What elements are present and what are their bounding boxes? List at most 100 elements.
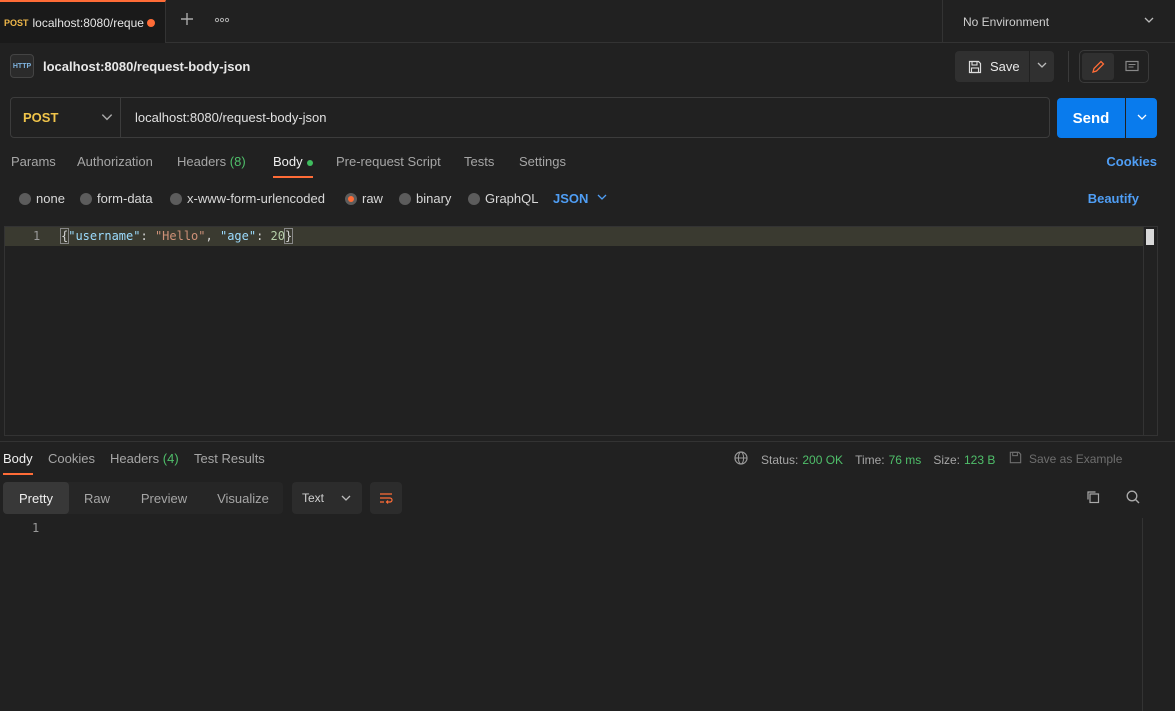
radio-graphql-label: GraphQL [485, 191, 539, 206]
tab-method: POST [4, 17, 29, 28]
tab-headers-label: Headers [177, 154, 227, 169]
method-selector[interactable]: POST [11, 98, 121, 137]
pencil-icon[interactable] [1082, 53, 1114, 80]
line-number: 1 [33, 229, 41, 243]
chevron-down-icon [1143, 14, 1155, 29]
time-value[interactable]: 76 ms [889, 453, 922, 467]
response-scrollbar[interactable] [1142, 518, 1158, 711]
divider [1068, 51, 1069, 82]
request-tab[interactable]: POST localhost:8080/reque [0, 0, 166, 43]
radio-circle-selected [345, 192, 357, 205]
radio-urlencoded-label: x-www-form-urlencoded [187, 191, 325, 206]
search-icon[interactable] [1123, 487, 1143, 507]
cookies-link[interactable]: Cookies [1106, 154, 1157, 169]
globe-icon[interactable] [733, 450, 749, 469]
url-input[interactable] [135, 110, 1015, 125]
radio-circle [170, 192, 182, 205]
request-title[interactable]: localhost:8080/request-body-json [43, 59, 250, 74]
scrollbar-thumb[interactable] [1146, 229, 1154, 245]
request-tabs: Params Authorization Headers (8) Body Pr… [0, 146, 1175, 178]
radio-binary[interactable]: binary [399, 191, 451, 206]
environment-selector[interactable]: No Environment [942, 0, 1175, 43]
code-key: "username" [68, 229, 141, 243]
size-value[interactable]: 123 B [964, 453, 995, 467]
url-bar: POST [10, 97, 1050, 138]
radio-none-label: none [36, 191, 65, 206]
send-dropdown-button[interactable] [1126, 98, 1157, 138]
radio-form-data[interactable]: form-data [80, 191, 153, 206]
response-status: Status: 200 OK Time: 76 ms Size: 123 B [733, 450, 1007, 469]
radio-circle [80, 192, 92, 205]
beautify-link[interactable]: Beautify [1088, 191, 1139, 206]
save-button[interactable]: Save [955, 51, 1029, 82]
copy-icon[interactable] [1083, 487, 1103, 507]
response-body-viewer[interactable]: 1 [0, 518, 1175, 711]
chevron-down-icon [596, 191, 608, 206]
http-icon: HTTP [10, 54, 34, 78]
view-visualize-button[interactable]: Visualize [203, 482, 283, 514]
view-raw-button[interactable]: Raw [69, 482, 125, 514]
tab-body[interactable]: Body [273, 154, 313, 178]
radio-urlencoded[interactable]: x-www-form-urlencoded [170, 191, 325, 206]
response-headers-count: (4) [162, 451, 179, 466]
radio-form-data-label: form-data [97, 191, 153, 206]
chevron-down-icon [1136, 111, 1148, 126]
request-body-editor[interactable]: 1 {"username": "Hello", "age": 20} [4, 226, 1158, 436]
status-value[interactable]: 200 OK [802, 453, 843, 467]
save-as-example-button[interactable]: Save as Example [1008, 450, 1122, 468]
response-tab-headers[interactable]: Headers (4) [110, 451, 179, 466]
radio-none[interactable]: none [19, 191, 65, 206]
response-tab-body[interactable]: Body [3, 451, 33, 475]
active-tab-underline [3, 473, 33, 475]
send-button[interactable]: Send [1057, 98, 1125, 138]
status-label: Status: [761, 452, 799, 467]
code-brace: } [283, 228, 294, 244]
format-label: JSON [553, 191, 589, 206]
format-selector[interactable]: JSON [553, 191, 608, 206]
view-pretty-button[interactable]: Pretty [3, 482, 69, 514]
view-preview-button[interactable]: Preview [125, 482, 203, 514]
code-number: 20 [270, 229, 285, 243]
radio-circle [19, 192, 31, 205]
view-mode-toggle [1079, 50, 1149, 83]
save-dropdown-button[interactable] [1030, 51, 1054, 82]
radio-circle [399, 192, 411, 205]
body-indicator-dot [306, 159, 313, 166]
radio-raw-label: raw [362, 191, 383, 206]
comment-icon[interactable] [1116, 53, 1148, 80]
response-tabs: Body Cookies Headers (4) Test Results St… [0, 446, 1175, 475]
code-punct: : [256, 229, 271, 243]
tab-settings[interactable]: Settings [519, 154, 566, 169]
plus-icon[interactable] [178, 11, 196, 29]
response-tab-cookies[interactable]: Cookies [48, 451, 95, 466]
tab-headers[interactable]: Headers (8) [177, 154, 246, 169]
code-line[interactable]: {"username": "Hello", "age": 20} [59, 228, 294, 244]
code-key: "age" [219, 229, 257, 243]
tab-tests[interactable]: Tests [464, 154, 494, 169]
response-tab-headers-label: Headers [110, 451, 160, 466]
radio-raw[interactable]: raw [345, 191, 383, 206]
radio-graphql[interactable]: GraphQL [468, 191, 538, 206]
save-label: Save [990, 59, 1020, 74]
radio-binary-label: binary [416, 191, 452, 206]
tab-pre-request-script[interactable]: Pre-request Script [336, 154, 441, 169]
tab-bar: POST localhost:8080/reque No Environment [0, 0, 1175, 43]
code-string: "Hello" [154, 229, 206, 243]
response-tab-test-results[interactable]: Test Results [194, 451, 265, 466]
more-icon[interactable] [214, 12, 230, 31]
save-as-example-label: Save as Example [1029, 452, 1123, 466]
chevron-down-icon [100, 110, 114, 127]
save-icon [967, 59, 983, 75]
response-format-selector[interactable]: Text [292, 482, 362, 514]
code-punct: : [140, 229, 155, 243]
request-header: HTTP localhost:8080/request-body-json Sa… [0, 43, 1175, 91]
tab-params[interactable]: Params [11, 154, 56, 169]
radio-circle [468, 192, 480, 205]
pane-divider[interactable] [0, 441, 1175, 442]
response-view-group: Pretty Raw Preview Visualize [3, 482, 283, 514]
tab-authorization[interactable]: Authorization [77, 154, 153, 169]
chevron-down-icon [1036, 59, 1048, 74]
editor-scrollbar[interactable] [1143, 227, 1157, 435]
response-tab-body-label: Body [3, 451, 33, 466]
wrap-icon[interactable] [370, 482, 402, 514]
